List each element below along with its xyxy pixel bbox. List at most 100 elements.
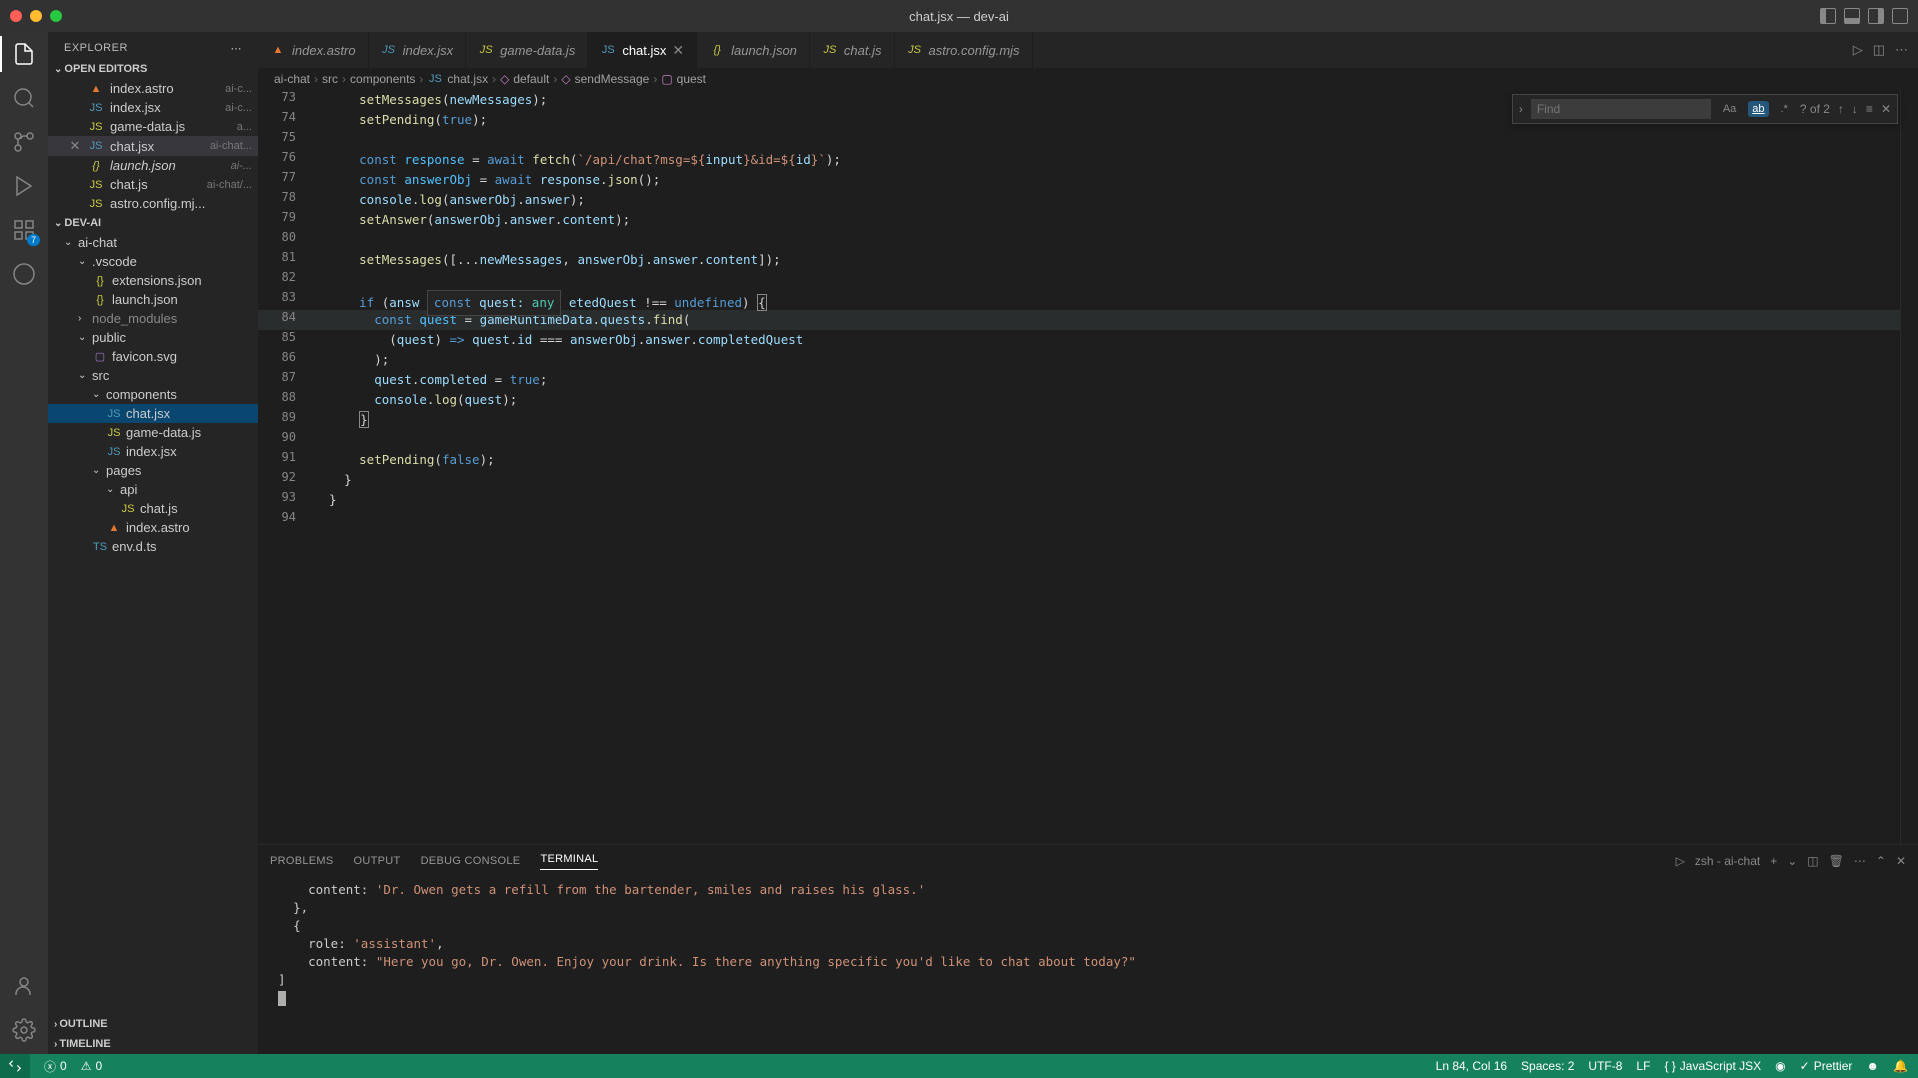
find-expand-icon[interactable]: › (1519, 102, 1523, 116)
find-next-icon[interactable]: ↓ (1852, 102, 1858, 116)
editor-tab[interactable]: JSindex.jsx (369, 32, 467, 68)
close-window[interactable] (10, 10, 22, 22)
open-editor-item[interactable]: {}launch.jsonai-... (48, 156, 258, 175)
breadcrumb[interactable]: ai-chat› src› components› JSchat.jsx› ◇d… (258, 68, 1918, 90)
maximize-window[interactable] (50, 10, 62, 22)
find-selection-icon[interactable]: ≡ (1866, 102, 1873, 116)
regex-icon[interactable]: .* (1777, 101, 1792, 117)
account-icon[interactable] (10, 972, 38, 1000)
sidebar-more-icon[interactable]: ⋯ (231, 42, 243, 55)
window-controls (10, 10, 62, 22)
minimap[interactable] (1900, 90, 1918, 844)
terminal-name[interactable]: zsh - ai-chat (1695, 854, 1760, 868)
kill-terminal-icon[interactable]: 🗑 (1829, 854, 1844, 868)
project-header[interactable]: ⌄DEV-AI (48, 213, 258, 233)
open-editor-item[interactable]: JSindex.jsxai-c... (48, 98, 258, 117)
status-errors[interactable]: ⓧ 0 (44, 1058, 67, 1075)
toggle-secondary-sidebar-icon[interactable] (1868, 8, 1884, 24)
open-editor-item[interactable]: ✕JSchat.jsxai-chat... (48, 136, 258, 156)
editor-tab[interactable]: JSchat.jsx✕ (588, 32, 697, 68)
open-editors-header[interactable]: ⌄OPEN EDITORS (48, 59, 258, 79)
folder-aichat[interactable]: ⌄ai-chat (48, 233, 258, 252)
customize-layout-icon[interactable] (1892, 8, 1908, 24)
explorer-icon[interactable] (10, 40, 38, 68)
edge-tools-icon[interactable] (10, 260, 38, 288)
code-editor[interactable]: 73 setMessages(newMessages);74 setPendin… (258, 90, 1900, 844)
open-editor-item[interactable]: JSastro.config.mj... (48, 194, 258, 213)
editor-area: ▲index.astroJSindex.jsxJSgame-data.jsJSc… (258, 32, 1918, 1054)
source-control-icon[interactable] (10, 128, 38, 156)
open-editor-item[interactable]: JSgame-data.jsa... (48, 117, 258, 136)
editor-tab[interactable]: ▲index.astro (258, 32, 369, 68)
new-terminal-icon[interactable]: + (1770, 854, 1777, 868)
status-warnings[interactable]: ⚠ 0 (81, 1059, 102, 1073)
minimize-window[interactable] (30, 10, 42, 22)
editor-tab[interactable]: JSastro.config.mjs (895, 32, 1033, 68)
match-word-icon[interactable]: ab (1748, 101, 1768, 117)
status-prettier[interactable]: ✓ Prettier (1800, 1059, 1853, 1073)
timeline-header[interactable]: ›TIMELINE (48, 1034, 258, 1054)
file-game-data[interactable]: JSgame-data.js (48, 423, 258, 442)
toggle-primary-sidebar-icon[interactable] (1820, 8, 1836, 24)
folder-pages[interactable]: ⌄pages (48, 461, 258, 480)
toggle-panel-icon[interactable] (1844, 8, 1860, 24)
open-editor-item[interactable]: JSchat.jsai-chat/... (48, 175, 258, 194)
folder-node-modules[interactable]: ›node_modules (48, 309, 258, 328)
terminal-content[interactable]: content: 'Dr. Owen gets a refill from th… (258, 877, 1918, 1054)
folder-vscode[interactable]: ⌄.vscode (48, 252, 258, 271)
debug-icon[interactable] (10, 172, 38, 200)
file-chat-js[interactable]: JSchat.js (48, 499, 258, 518)
status-position[interactable]: Ln 84, Col 16 (1436, 1059, 1507, 1073)
panel-tab-problems[interactable]: PROBLEMS (270, 855, 334, 867)
match-case-icon[interactable]: Aa (1719, 101, 1740, 117)
outline-header[interactable]: ›OUTLINE (48, 1014, 258, 1034)
run-icon[interactable]: ▷ (1853, 42, 1863, 58)
file-launch-json[interactable]: {}launch.json (48, 290, 258, 309)
open-editor-item[interactable]: ▲index.astroai-c... (48, 79, 258, 98)
panel: PROBLEMS OUTPUT DEBUG CONSOLE TERMINAL ▷… (258, 844, 1918, 1054)
find-prev-icon[interactable]: ↑ (1838, 102, 1844, 116)
tab-bar: ▲index.astroJSindex.jsxJSgame-data.jsJSc… (258, 32, 1918, 68)
editor-tab[interactable]: JSgame-data.js (466, 32, 588, 68)
folder-src[interactable]: ⌄src (48, 366, 258, 385)
status-feedback-icon[interactable]: ☻ (1866, 1059, 1879, 1073)
terminal-dropdown-icon[interactable]: ⌄ (1787, 854, 1797, 868)
file-extensions-json[interactable]: {}extensions.json (48, 271, 258, 290)
split-editor-icon[interactable]: ◫ (1873, 42, 1885, 58)
extensions-icon[interactable]: 7 (10, 216, 38, 244)
panel-tab-debug[interactable]: DEBUG CONSOLE (421, 855, 521, 867)
file-tree: ⌄ai-chat ⌄.vscode {}extensions.json {}la… (48, 233, 258, 556)
status-encoding[interactable]: UTF-8 (1588, 1059, 1622, 1073)
status-lang[interactable]: { } JavaScript JSX (1664, 1059, 1761, 1073)
editor-tab[interactable]: JSchat.js (810, 32, 895, 68)
panel-tab-terminal[interactable]: TERMINAL (540, 853, 598, 870)
folder-api[interactable]: ⌄api (48, 480, 258, 499)
find-input[interactable] (1531, 99, 1711, 119)
terminal-launch-icon[interactable]: ▷ (1676, 854, 1685, 868)
folder-components[interactable]: ⌄components (48, 385, 258, 404)
status-radio-icon[interactable]: ◉ (1775, 1059, 1785, 1073)
remote-button[interactable] (0, 1054, 30, 1078)
panel-tab-output[interactable]: OUTPUT (354, 855, 401, 867)
editor-tab[interactable]: {}launch.json (697, 32, 810, 68)
panel-more-icon[interactable]: ⋯ (1854, 854, 1866, 868)
close-panel-icon[interactable]: ✕ (1896, 854, 1906, 868)
layout-controls (1820, 8, 1908, 24)
search-icon[interactable] (10, 84, 38, 112)
file-index-jsx[interactable]: JSindex.jsx (48, 442, 258, 461)
status-bell-icon[interactable]: 🔔 (1893, 1059, 1908, 1073)
file-index-astro[interactable]: ▲index.astro (48, 518, 258, 537)
status-eol[interactable]: LF (1636, 1059, 1650, 1073)
split-terminal-icon[interactable]: ◫ (1807, 854, 1818, 868)
settings-gear-icon[interactable] (10, 1016, 38, 1044)
find-close-icon[interactable]: ✕ (1881, 102, 1891, 116)
status-spaces[interactable]: Spaces: 2 (1521, 1059, 1574, 1073)
maximize-panel-icon[interactable]: ⌃ (1876, 854, 1886, 868)
folder-public[interactable]: ⌄public (48, 328, 258, 347)
find-widget: › Aa ab .* ? of 2 ↑ ↓ ≡ ✕ (1512, 94, 1898, 124)
file-env-dts[interactable]: TSenv.d.ts (48, 537, 258, 556)
more-actions-icon[interactable]: ⋯ (1895, 42, 1908, 58)
file-favicon[interactable]: ▢favicon.svg (48, 347, 258, 366)
titlebar: chat.jsx — dev-ai (0, 0, 1918, 32)
file-chat-jsx[interactable]: JSchat.jsx (48, 404, 258, 423)
